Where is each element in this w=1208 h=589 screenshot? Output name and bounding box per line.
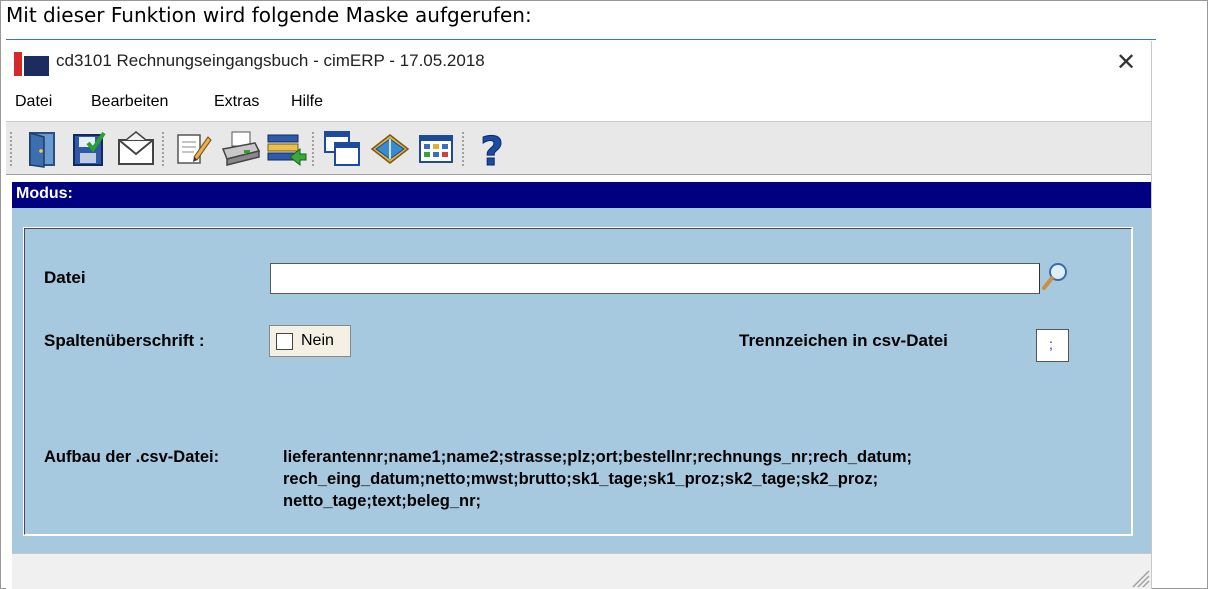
trennzeichen-label: Trennzeichen in csv-Datei <box>739 331 948 350</box>
datei-input[interactable] <box>270 263 1040 294</box>
csv-structure-line: lieferantennr;name1;name2;strasse;plz;or… <box>283 448 912 466</box>
book-icon[interactable] <box>368 127 412 171</box>
toolbar-separator <box>162 132 166 166</box>
caption-divider <box>6 39 1156 40</box>
menu-item-extras[interactable]: Extras <box>214 93 259 111</box>
menu-item-datei[interactable]: Datei <box>15 93 52 111</box>
window-title: cd3101 Rechnungseingangsbuch - cimERP - … <box>56 51 485 70</box>
caption-text: Mit dieser Funktion wird folgende Maske … <box>6 3 532 27</box>
aufbau-label: Aufbau der .csv-Datei: <box>44 448 220 466</box>
title-bar: cd3101 Rechnungseingangsbuch - cimERP - … <box>6 41 1151 83</box>
status-bar <box>12 553 1151 589</box>
spaltenueberschrift-value: Nein <box>301 332 334 349</box>
trennzeichen-input[interactable]: ; <box>1036 329 1069 362</box>
toolbar-separator <box>312 132 316 166</box>
csv-structure-line: netto_tage;text;beleg_nr; <box>283 492 482 510</box>
page-frame: Mit dieser Funktion wird folgende Maske … <box>0 0 1208 589</box>
edit-sheet-icon[interactable] <box>170 127 214 171</box>
datei-label: Datei <box>44 268 86 287</box>
app-logo-icon <box>14 52 49 76</box>
spaltenueberschrift-checkbox[interactable] <box>276 333 293 350</box>
trennzeichen-value: ; <box>1049 336 1053 352</box>
erp-window: cd3101 Rechnungseingangsbuch - cimERP - … <box>6 41 1152 589</box>
window-icon[interactable] <box>320 127 364 171</box>
modus-label: Modus: <box>16 185 73 202</box>
print-icon[interactable] <box>218 127 262 171</box>
menu-item-hilfe[interactable]: Hilfe <box>291 93 323 111</box>
menu-item-bearbeiten[interactable]: Bearbeiten <box>91 93 168 111</box>
help-icon[interactable]: ? <box>470 127 514 176</box>
toolbar-separator <box>462 132 466 166</box>
toolbar: ? <box>6 121 1151 176</box>
help-glyph: ? <box>480 129 503 171</box>
close-button[interactable]: ✕ <box>1106 45 1146 79</box>
exit-door-icon[interactable] <box>20 127 64 171</box>
search-icon[interactable] <box>1040 260 1070 294</box>
menu-bar: Datei Bearbeiten Extras Hilfe <box>6 85 1151 119</box>
toolbar-grip <box>10 132 14 166</box>
form-panel: Datei Spaltenüberschrift : Nein Trennzei… <box>12 208 1151 553</box>
calendar-grid-icon[interactable] <box>414 127 458 171</box>
spaltenueberschrift-label: Spaltenüberschrift : <box>44 331 205 350</box>
modus-header: Modus: <box>12 182 1151 208</box>
csv-structure-line: rech_eing_datum;netto;mwst;brutto;sk1_ta… <box>283 470 879 488</box>
save-icon[interactable] <box>66 127 110 171</box>
mail-icon[interactable] <box>114 127 158 171</box>
resize-grip-icon[interactable] <box>1128 566 1150 588</box>
spaltenueberschrift-toggle[interactable]: Nein <box>269 325 351 357</box>
export-icon[interactable] <box>264 127 308 171</box>
